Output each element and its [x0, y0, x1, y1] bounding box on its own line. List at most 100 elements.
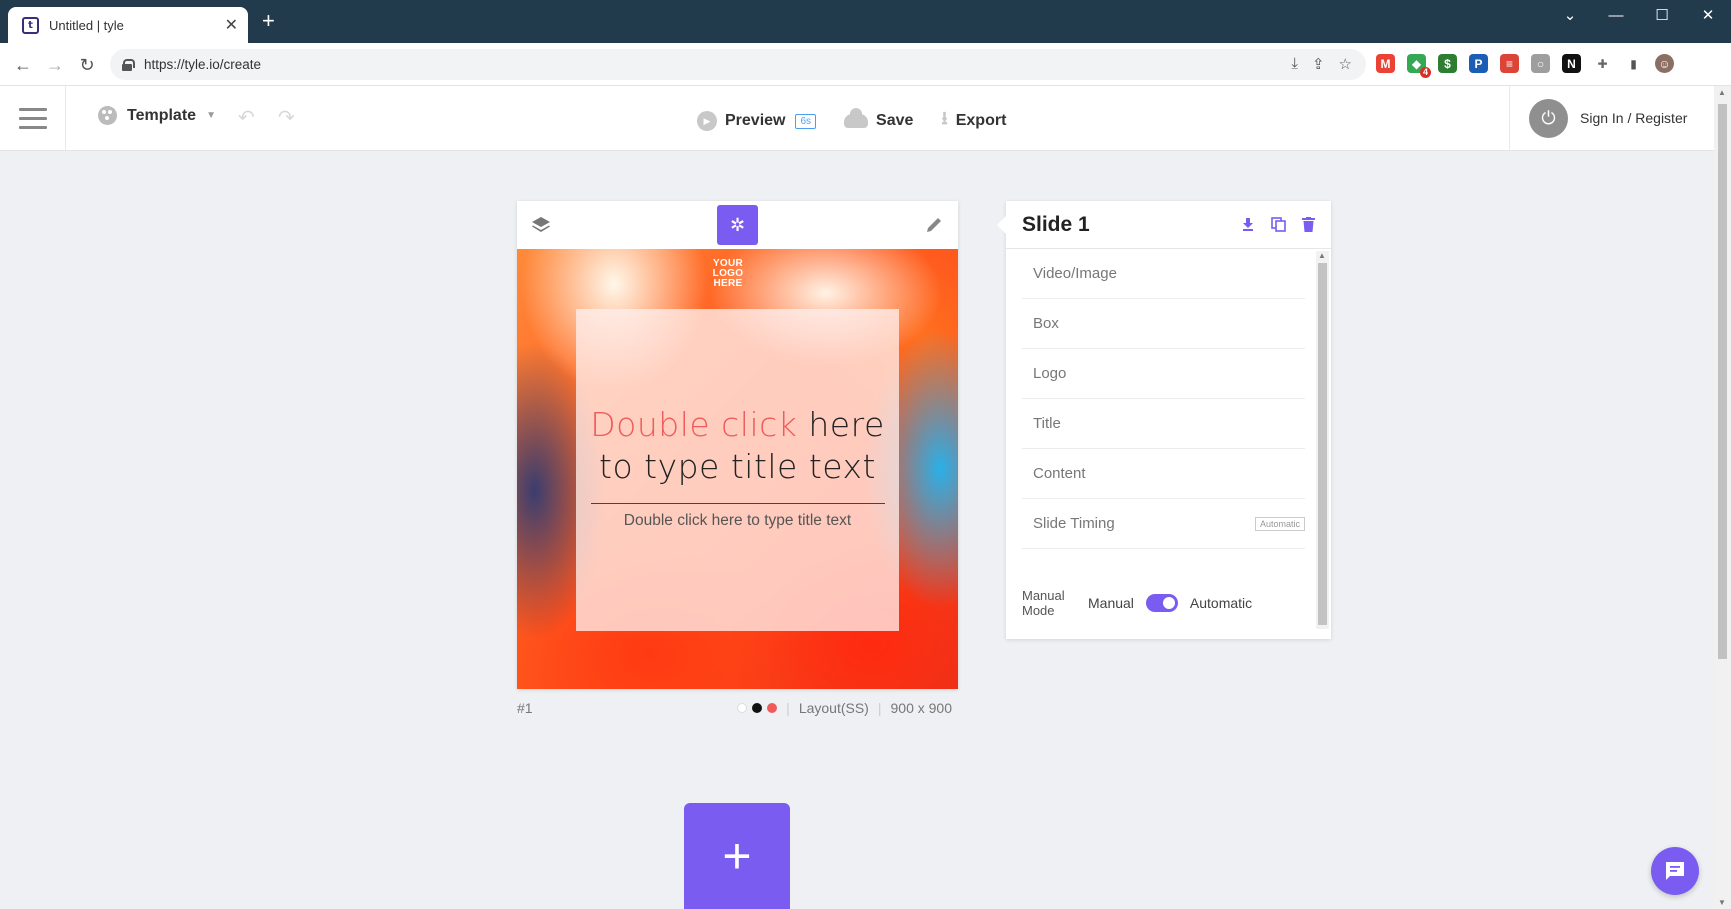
window-close-icon[interactable]: ✕	[1685, 0, 1731, 30]
hamburger-menu-icon[interactable]	[0, 86, 66, 150]
maximize-icon[interactable]: ☐	[1639, 0, 1685, 30]
panel-item-label: Content	[1033, 465, 1086, 482]
title-divider	[591, 503, 885, 504]
panel-item-label: Box	[1033, 315, 1059, 332]
panel-item-logo[interactable]: Logo	[1022, 349, 1305, 399]
panel-item-slide-timing[interactable]: Slide Timing Automatic	[1022, 499, 1305, 549]
slide-subtitle-text[interactable]: Double click here to type title text	[576, 512, 899, 530]
download-icon: ⭳	[941, 108, 948, 128]
app-header: Template ▼ ↶ ↷ ▶ Preview 6s Save ⭳ Expor…	[0, 86, 1714, 151]
browser-titlebar: t Untitled | tyle ✕ + ⌄ — ☐ ✕	[0, 0, 1731, 43]
panel-item-content[interactable]: Content	[1022, 449, 1305, 499]
export-button[interactable]: ⭳ Export	[941, 106, 1006, 136]
layout-label[interactable]: Layout(SS)	[799, 700, 869, 716]
panel-item-video-image[interactable]: Video/Image	[1022, 249, 1305, 299]
slide-title-text[interactable]: Double click here to type title text	[576, 404, 899, 488]
minimize-icon[interactable]: —	[1593, 0, 1639, 30]
download-slide-icon[interactable]	[1241, 217, 1255, 231]
scroll-up-arrow-icon[interactable]: ▲	[1718, 88, 1726, 97]
slide-card: ✲ YOUR LOGO HERE Double click here to ty…	[517, 201, 958, 689]
panel-scrollbar[interactable]: ▲	[1316, 251, 1329, 629]
grey-ext-icon[interactable]: ○	[1531, 54, 1550, 73]
browser-toolbar: ← → ↻ https://tyle.io/create ⤓ ⇪ ☆ M ◆ 4 $ P…	[0, 43, 1731, 86]
sidepanel-icon[interactable]: ▮	[1624, 54, 1643, 73]
add-slide-button[interactable]: +	[684, 803, 790, 909]
green-ext-icon[interactable]: ◆ 4	[1407, 54, 1431, 78]
panel-header: Slide 1	[1006, 201, 1331, 249]
play-icon: ▶	[697, 111, 717, 131]
lock-icon[interactable]	[122, 58, 135, 71]
undo-icon[interactable]: ↶	[238, 105, 255, 130]
scroll-down-arrow-icon[interactable]: ▼	[1718, 898, 1726, 907]
mode-row: Manual Mode Manual Automatic	[1022, 588, 1252, 618]
panel-item-box[interactable]: Box	[1022, 299, 1305, 349]
focus-target-button[interactable]: ✲	[717, 205, 758, 245]
slide-number: #1	[517, 700, 533, 716]
browser-tab[interactable]: t Untitled | tyle ✕	[8, 7, 248, 43]
save-button[interactable]: Save	[844, 108, 913, 130]
notion-icon[interactable]: N	[1562, 54, 1581, 73]
layers-icon[interactable]	[531, 215, 551, 235]
puzzle-icon[interactable]: ✚	[1593, 54, 1612, 73]
money-ext-icon[interactable]: $	[1438, 54, 1457, 73]
delete-slide-icon[interactable]	[1302, 217, 1315, 232]
slide-panel: Slide 1 Video/Image Box Logo Title Conte…	[997, 201, 1331, 639]
manual-label: Manual	[1088, 595, 1134, 611]
panel-item-label: Slide Timing	[1033, 515, 1115, 532]
crosshair-icon: ✲	[729, 214, 746, 235]
scroll-up-arrow-icon[interactable]: ▲	[1318, 251, 1326, 260]
back-arrow-icon[interactable]: ←	[12, 54, 34, 76]
install-app-icon[interactable]: ⤓	[1291, 55, 1298, 73]
blue-ext-icon[interactable]: P	[1469, 54, 1488, 73]
color-swatch-2[interactable]	[752, 703, 763, 713]
slide-size: 900 x 900	[890, 700, 953, 716]
chevron-down-icon: ▼	[206, 110, 216, 121]
panel-pointer	[997, 216, 1006, 234]
chat-button[interactable]	[1651, 847, 1699, 895]
new-tab-button[interactable]: +	[262, 10, 275, 32]
color-swatch-3[interactable]	[767, 703, 778, 713]
share-icon[interactable]: ⇪	[1312, 55, 1325, 73]
page-scrollbar[interactable]: ▲ ▼	[1714, 86, 1731, 909]
slide-canvas[interactable]: YOUR LOGO HERE Double click here to type…	[517, 249, 958, 689]
header-actions: ▶ Preview 6s Save ⭳ Export	[697, 106, 1006, 136]
tyle-favicon-icon: t	[22, 16, 39, 34]
preview-duration-badge: 6s	[795, 113, 817, 129]
sign-in-button[interactable]: ⏻ Sign In / Register	[1509, 86, 1714, 150]
preview-button[interactable]: ▶ Preview 6s	[697, 111, 817, 131]
chat-bubble-icon	[1666, 862, 1684, 880]
url-text[interactable]: https://tyle.io/create	[144, 57, 261, 72]
window-controls: ⌄ — ☐ ✕	[1547, 0, 1731, 30]
template-dropdown[interactable]: Template ▼	[98, 106, 216, 125]
forward-arrow-icon[interactable]: →	[44, 54, 66, 76]
reload-icon[interactable]: ↻	[76, 54, 98, 76]
color-swatch-1[interactable]	[737, 703, 748, 713]
separator: |	[786, 700, 790, 716]
logo-placeholder[interactable]: YOUR LOGO HERE	[698, 259, 758, 289]
redo-icon[interactable]: ↷	[278, 105, 295, 130]
extension-badge: 4	[1419, 67, 1431, 78]
red-ext-icon[interactable]: ≡	[1500, 54, 1519, 73]
palette-icon	[98, 106, 117, 125]
gmail-icon[interactable]: M	[1376, 54, 1395, 73]
tab-close-icon[interactable]: ✕	[225, 15, 238, 35]
duplicate-slide-icon[interactable]	[1271, 217, 1286, 232]
template-label: Template	[127, 106, 197, 124]
extensions-area: M ◆ 4 $ P ≡ ○ N ✚ ▮ ☺	[1376, 54, 1674, 78]
profile-avatar[interactable]: ☺	[1655, 54, 1674, 73]
scrollbar-thumb[interactable]	[1718, 104, 1727, 659]
panel-item-title[interactable]: Title	[1022, 399, 1305, 449]
mode-toggle[interactable]	[1145, 594, 1178, 612]
color-swatches	[737, 703, 778, 713]
slide-meta: #1 | Layout(SS) | 900 x 900	[517, 700, 958, 720]
tab-search-icon[interactable]: ⌄	[1547, 0, 1593, 30]
panel-item-label: Video/Image	[1033, 265, 1117, 282]
timing-badge: Automatic	[1254, 516, 1305, 531]
preview-label: Preview	[725, 112, 786, 129]
address-bar[interactable]: https://tyle.io/create ⤓ ⇪ ☆	[110, 49, 1366, 80]
text-box[interactable]: Double click here to type title text Dou…	[576, 309, 899, 631]
slide-toolbar: ✲	[517, 201, 958, 249]
pencil-icon[interactable]	[924, 215, 944, 235]
scrollbar-thumb[interactable]	[1318, 263, 1327, 625]
bookmark-star-icon[interactable]: ☆	[1339, 55, 1352, 73]
